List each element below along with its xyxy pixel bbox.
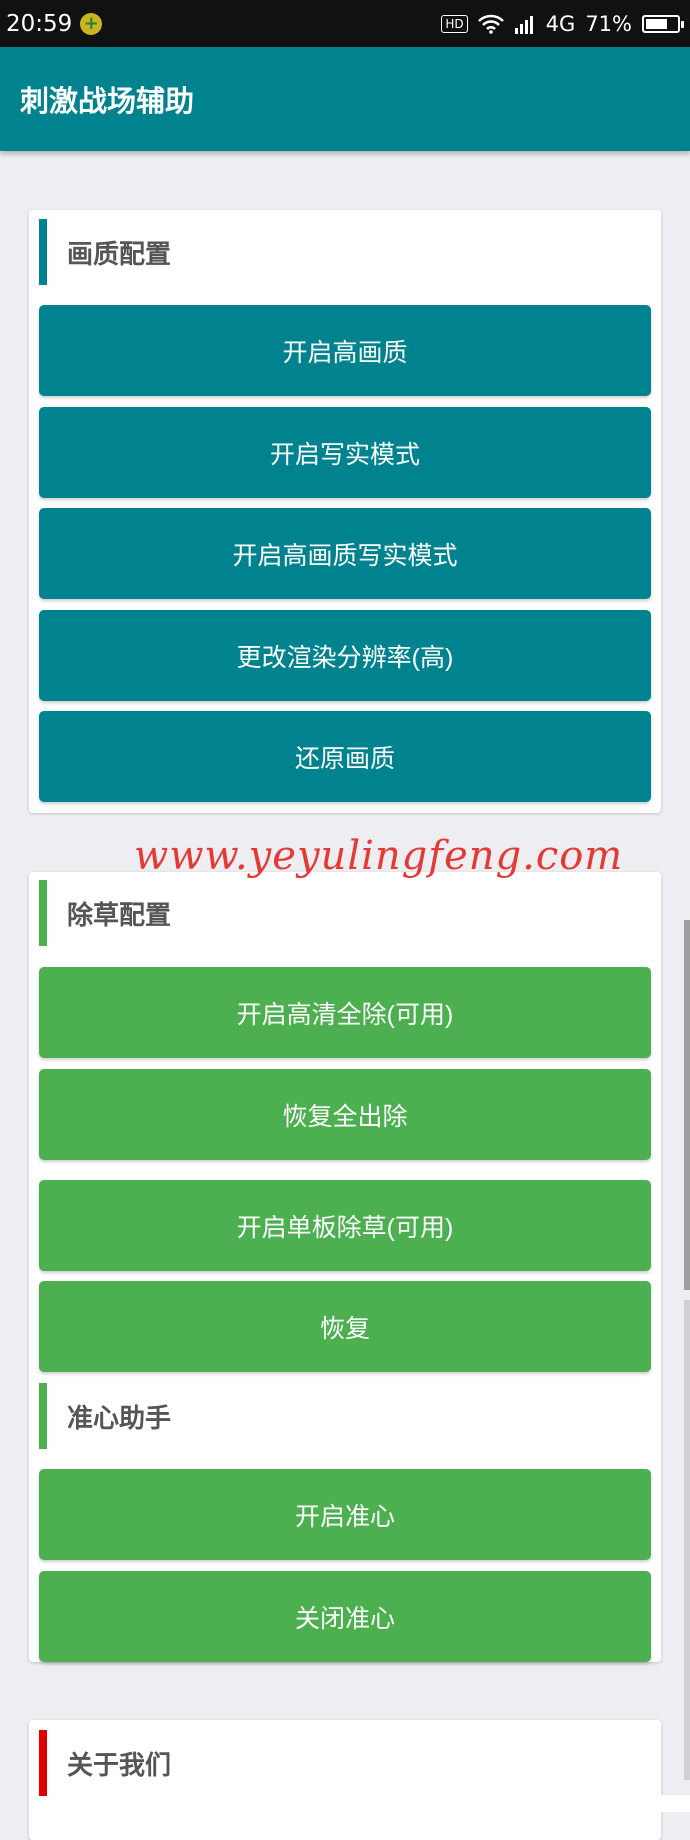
status-bar: 20:59 + HD 4G 71%: [0, 0, 690, 47]
enable-realistic-mode-button[interactable]: 开启写实模式: [39, 407, 651, 498]
scrollbar-track[interactable]: [684, 1300, 690, 1780]
plus-circle-icon: +: [80, 12, 103, 35]
section-accent-bar: [39, 1730, 47, 1796]
enable-hq-realistic-button[interactable]: 开启高画质写实模式: [39, 508, 651, 599]
section-accent-bar: [39, 880, 47, 946]
section-accent-bar: [39, 1383, 47, 1449]
battery-percent: 71%: [585, 11, 632, 36]
battery-icon: [642, 14, 684, 33]
section-header-about: 关于我们: [39, 1730, 171, 1796]
section-title: 关于我们: [67, 1750, 172, 1781]
scrollbar-thumb[interactable]: [684, 920, 690, 1290]
watermark-text: www.yeyulingfeng.com: [134, 833, 624, 879]
app-bar: 刺激战场辅助: [0, 47, 690, 151]
card-about-us: 关于我们: [29, 1720, 661, 1840]
section-header-graphics: 画质配置: [39, 219, 171, 285]
section-accent-bar: [39, 219, 47, 285]
card-graphics-config: 画质配置 开启高画质 开启写实模式 开启高画质写实模式 更改渲染分辨率(高) 还…: [29, 210, 661, 813]
status-time: 20:59: [6, 10, 73, 37]
section-title: 准心助手: [67, 1403, 172, 1434]
signal-icon: [514, 15, 533, 34]
enable-hd-grass-removal-button[interactable]: 开启高清全除(可用): [39, 967, 651, 1058]
restore-button[interactable]: 恢复: [39, 1281, 651, 1372]
enable-high-quality-button[interactable]: 开启高画质: [39, 305, 651, 396]
enable-crosshair-button[interactable]: 开启准心: [39, 1469, 651, 1560]
hd-badge: HD: [441, 14, 468, 33]
section-title: 画质配置: [67, 239, 172, 270]
section-title: 除草配置: [67, 900, 172, 931]
restore-quality-button[interactable]: 还原画质: [39, 711, 651, 802]
status-icons: HD 4G 71%: [441, 11, 684, 36]
corner-element: [658, 1795, 690, 1812]
card-grass-config: 除草配置 开启高清全除(可用) 恢复全出除 开启单板除草(可用) 恢复 准心助手…: [29, 872, 661, 1662]
section-header-grass: 除草配置: [39, 880, 171, 946]
app-title: 刺激战场辅助: [20, 84, 195, 118]
restore-full-removal-button[interactable]: 恢复全出除: [39, 1069, 651, 1160]
network-type: 4G: [545, 11, 576, 36]
disable-crosshair-button[interactable]: 关闭准心: [39, 1571, 651, 1662]
section-header-crosshair: 准心助手: [39, 1383, 171, 1449]
wifi-icon: [477, 14, 504, 34]
change-render-resolution-button[interactable]: 更改渲染分辨率(高): [39, 610, 651, 701]
enable-single-grass-removal-button[interactable]: 开启单板除草(可用): [39, 1180, 651, 1271]
